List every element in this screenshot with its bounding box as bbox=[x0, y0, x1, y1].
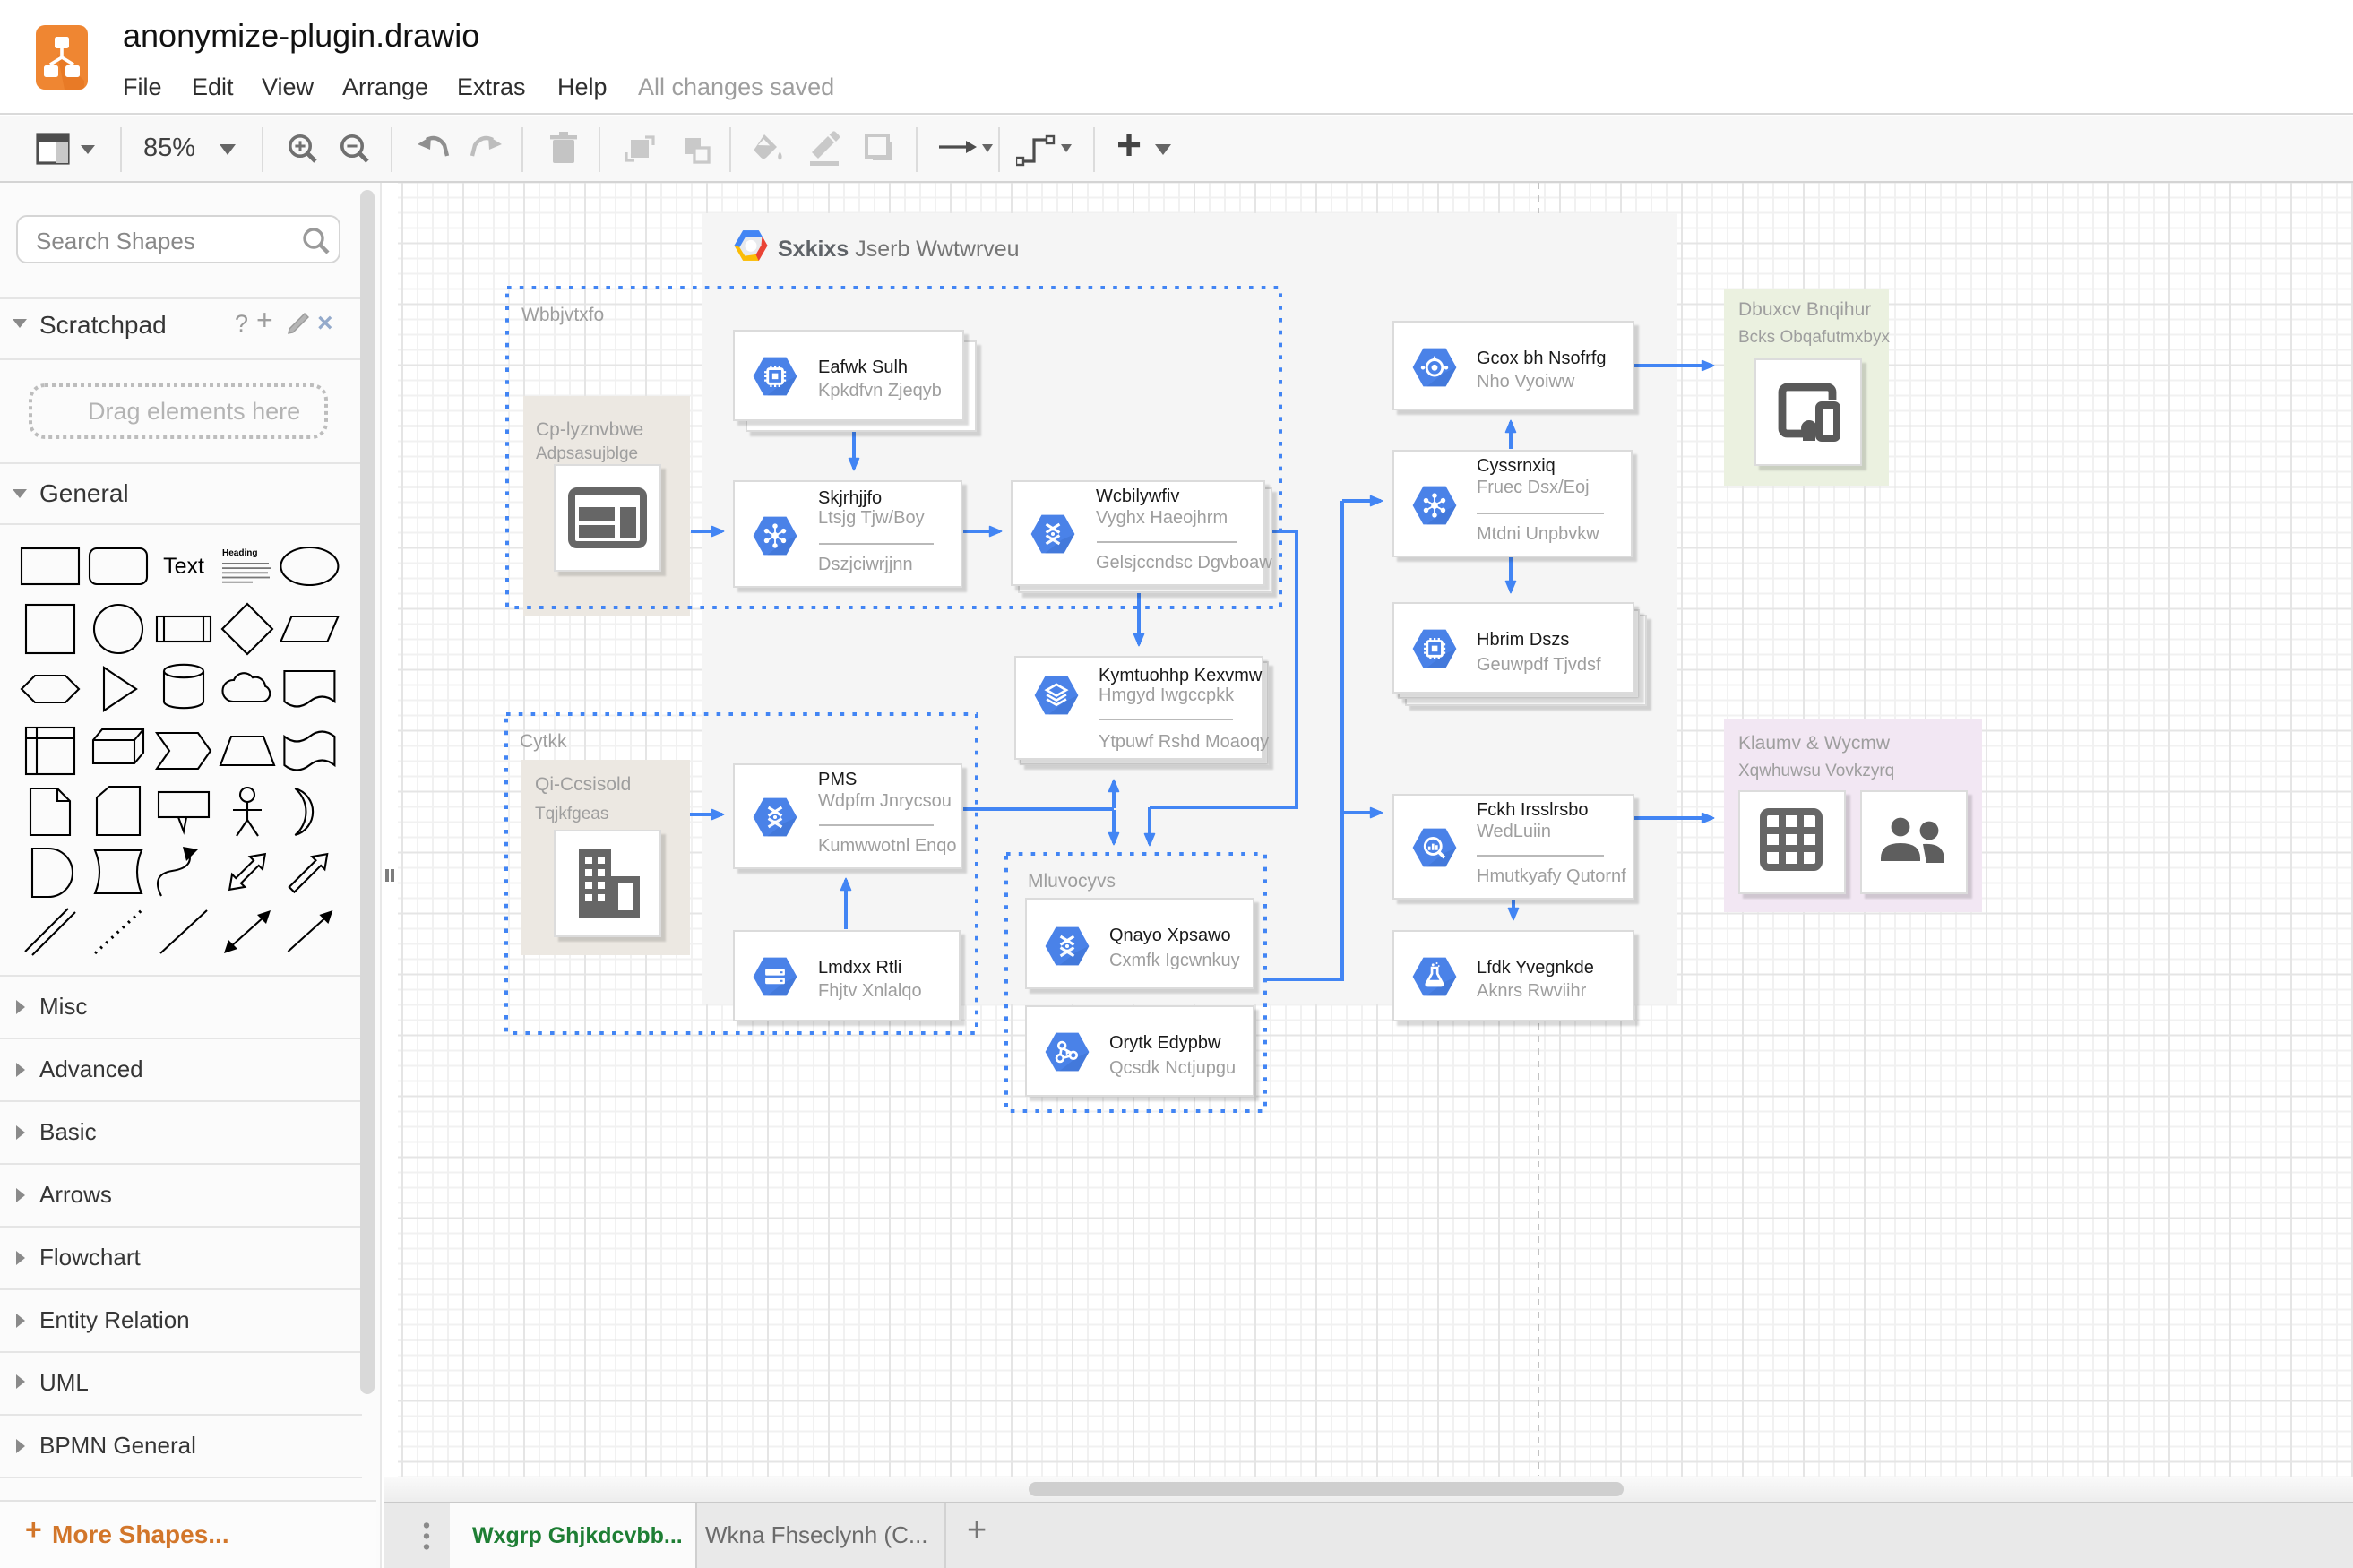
svg-text:Text: Text bbox=[163, 554, 204, 579]
svg-text:Heading: Heading bbox=[222, 548, 257, 558]
